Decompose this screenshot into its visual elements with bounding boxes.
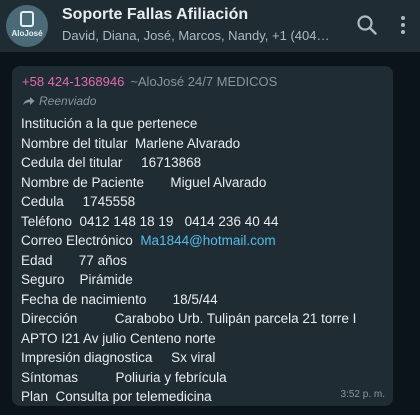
message-line-label: Cedula xyxy=(21,194,83,209)
message-line-label: Impresión diagnostica xyxy=(21,350,172,365)
message-line: Correo Electrónico Ma1844@hotmail.com xyxy=(21,231,387,251)
forwarded-label: Reenviado xyxy=(39,94,97,108)
message-line: Impresión diagnostica Sx viral xyxy=(21,348,387,368)
message-line: Síntomas Poliuria y febrícula xyxy=(21,368,387,388)
message-line-label: Nombre de Paciente xyxy=(21,174,171,190)
forwarded-indicator: Reenviado xyxy=(22,94,96,108)
message-line: Fecha de nacimiento 18/5/44 xyxy=(21,290,387,310)
message-line: APTO I21 Av julio Centeno norte xyxy=(21,329,387,349)
message-line-value: Carabobo Urb. Tulipán parcela 21 torre I xyxy=(114,311,357,326)
message-line: Cedula del titular 16713868 xyxy=(21,153,387,173)
message-line: Edad 77 años xyxy=(21,251,387,271)
group-avatar[interactable]: AloJosé xyxy=(6,5,48,47)
message-line-label: Teléfono xyxy=(21,213,80,229)
message-line-label: Institución a la que pertenece xyxy=(21,116,198,131)
message-line-label: Edad xyxy=(21,252,79,268)
message-line-value: 18/5/44 xyxy=(172,291,218,307)
message-sender: +58 424-1368946 ~AloJosé 24/7 MEDICOS xyxy=(22,74,277,89)
chat-title[interactable]: Soporte Fallas Afiliación xyxy=(62,6,248,24)
message-line-label: Cedula del titular xyxy=(21,155,142,170)
message-line-value: Marlene Alvarado xyxy=(135,135,241,151)
message-line: Nombre de Paciente Miguel Alvarado xyxy=(21,173,387,193)
message-line-value: Poliuria y febrícula xyxy=(115,369,227,385)
forward-arrow-icon xyxy=(23,97,35,105)
chat-participants[interactable]: David, Diana, José, Marcos, Nandy, +1 (4… xyxy=(62,28,332,43)
message-line: Dirección Carabobo Urb. Tulipán parcela … xyxy=(21,309,387,329)
more-vertical-icon[interactable] xyxy=(396,14,410,36)
message-line-value: 77 años xyxy=(78,252,127,268)
message-line-label: APTO I21 Av julio Centeno norte xyxy=(21,330,216,346)
message-line-label: Nombre del titular xyxy=(21,135,136,151)
sender-name: ~AloJosé 24/7 MEDICOS xyxy=(130,74,278,89)
message-line-value: 16713868 xyxy=(141,155,202,170)
message-line: Institución a la que pertenece xyxy=(21,114,387,134)
message-line-label: Seguro xyxy=(21,272,80,287)
alojose-logo-icon xyxy=(20,11,34,27)
message-line: Nombre del titular Marlene Alvarado xyxy=(21,134,387,154)
message-line: Seguro Pirámide xyxy=(21,270,387,290)
message-line-value: Miguel Alvarado xyxy=(170,174,267,190)
message-body: Institución a la que pertenece Nombre del… xyxy=(21,114,387,407)
avatar-logo-text: AloJosé xyxy=(11,29,43,38)
search-icon[interactable] xyxy=(356,14,378,36)
message-line-value: 0412 148 18 19 0414 236 40 44 xyxy=(79,213,279,229)
message-timestamp: 3:52 p. m. xyxy=(340,389,385,400)
email-link[interactable]: Ma1844@hotmail.com xyxy=(140,233,275,248)
message-line-value: 1745558 xyxy=(82,194,136,209)
message-line: Cedula 1745558 xyxy=(21,192,387,212)
message-line-value: Consulta por telemedicina xyxy=(55,389,212,404)
message-bubble[interactable]: +58 424-1368946 ~AloJosé 24/7 MEDICOS Ree… xyxy=(12,66,393,406)
sender-phone[interactable]: +58 424-1368946 xyxy=(22,74,124,89)
message-line-value: Sx viral xyxy=(171,350,216,365)
message-line-label: Correo Electrónico xyxy=(21,233,141,248)
message-line-label: Síntomas xyxy=(21,369,116,385)
message-line: Plan Consulta por telemedicina xyxy=(21,387,387,407)
message-line-label: Plan xyxy=(21,389,56,404)
message-line-value: Pirámide xyxy=(79,272,133,287)
message-line-label: Fecha de nacimiento xyxy=(21,291,173,307)
message-line: Teléfono 0412 148 18 19 0414 236 40 44 xyxy=(21,212,387,232)
message-line-label: Dirección xyxy=(21,311,115,326)
chat-header[interactable]: AloJosé Soporte Fallas Afiliación David,… xyxy=(0,0,420,52)
